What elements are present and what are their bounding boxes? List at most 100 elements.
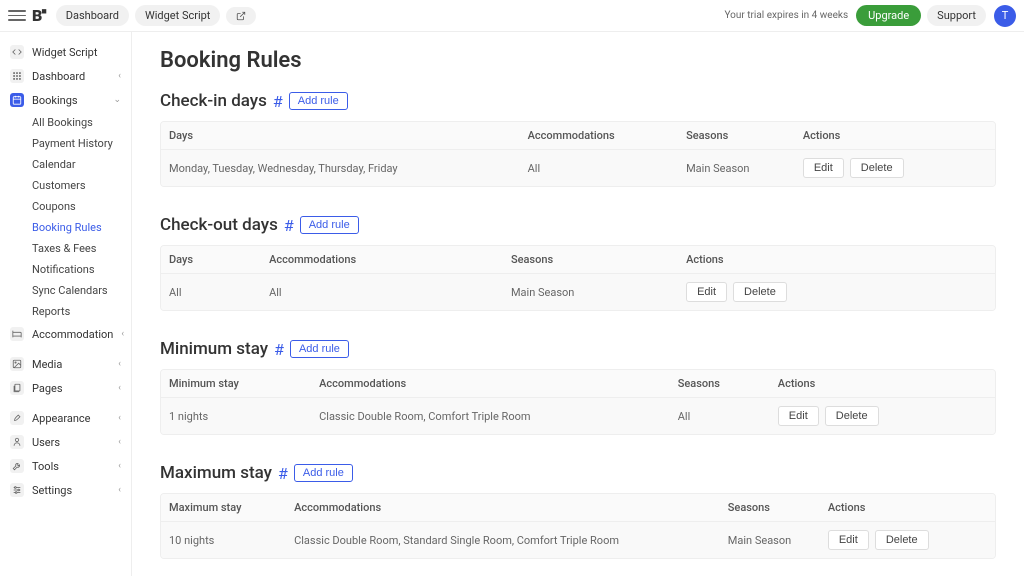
calendar-icon [10,93,24,107]
cell-accom: Classic Double Room, Comfort Triple Room [311,402,670,431]
cell-season: Main Season [720,526,820,555]
image-icon [10,357,24,371]
table-row: Monday, Tuesday, Wednesday, Thursday, Fr… [161,150,995,186]
edit-button[interactable]: Edit [778,406,819,426]
sidebar-item-users[interactable]: Users ‹ [0,430,131,454]
col-accom: Accommodations [286,494,720,521]
logo: B■ [32,6,46,25]
sidebar-item-appearance[interactable]: Appearance ‹ [0,406,131,430]
sidebar-item-label: Appearance [32,412,110,425]
sidebar-item-media[interactable]: Media ‹ [0,352,131,376]
add-rule-button[interactable]: Add rule [289,92,348,110]
sidebar-item-bookings[interactable]: Bookings ⌄ [0,88,131,112]
sidebar-sub-payment-history[interactable]: Payment History [6,133,131,154]
col-days: Days [161,246,261,273]
sidebar-sub-booking-rules[interactable]: Booking Rules [6,217,131,238]
avatar[interactable]: T [994,5,1016,27]
sidebar-item-dashboard[interactable]: Dashboard ‹ [0,64,131,88]
chevron-left-icon: ‹ [118,485,121,495]
edit-button[interactable]: Edit [803,158,844,178]
menu-icon[interactable] [8,7,26,25]
page-title: Booking Rules [160,48,996,73]
widget-script-button[interactable]: Widget Script [135,5,220,26]
delete-button[interactable]: Delete [825,406,879,426]
col-accom: Accommodations [520,122,678,149]
chevron-down-icon: ⌄ [113,95,121,105]
cell-accom: Classic Double Room, Standard Single Roo… [286,526,720,555]
section-checkout: Check-out days # Add rule Days Accommoda… [160,215,996,311]
anchor-link[interactable]: # [278,464,288,483]
section-title: Check-in days [160,91,267,111]
pages-icon [10,381,24,395]
anchor-link[interactable]: # [284,216,294,235]
upgrade-button[interactable]: Upgrade [856,5,921,26]
cell-accom: All [520,154,678,183]
anchor-link[interactable]: # [274,340,284,359]
table-row: 1 nights Classic Double Room, Comfort Tr… [161,398,995,434]
sidebar-item-label: Pages [32,382,110,395]
sidebar-item-label: Settings [32,484,110,497]
maxstay-table: Maximum stay Accommodations Seasons Acti… [160,493,996,559]
delete-button[interactable]: Delete [850,158,904,178]
section-title: Check-out days [160,215,278,235]
anchor-link[interactable]: # [273,92,283,111]
support-button[interactable]: Support [927,5,986,26]
sidebar-sub-reports[interactable]: Reports [6,301,131,322]
sidebar-item-label: Dashboard [32,70,110,83]
sidebar-sub-sync-calendars[interactable]: Sync Calendars [6,280,131,301]
external-link-button[interactable] [226,7,256,25]
sidebar-sub-taxes-fees[interactable]: Taxes & Fees [6,238,131,259]
delete-button[interactable]: Delete [733,282,787,302]
sidebar-sub-calendar[interactable]: Calendar [6,154,131,175]
table-row: 10 nights Classic Double Room, Standard … [161,522,995,558]
table-row: All All Main Season Edit Delete [161,274,995,310]
edit-button[interactable]: Edit [828,530,869,550]
section-checkin: Check-in days # Add rule Days Accommodat… [160,91,996,187]
sidebar-sub-customers[interactable]: Customers [6,175,131,196]
col-accom: Accommodations [261,246,503,273]
cell-accom: All [261,278,503,307]
checkout-table: Days Accommodations Seasons Actions All … [160,245,996,311]
sidebar-sub-notifications[interactable]: Notifications [6,259,131,280]
edit-button[interactable]: Edit [686,282,727,302]
col-actions: Actions [820,494,995,521]
col-actions: Actions [795,122,995,149]
col-actions: Actions [678,246,995,273]
sidebar-sub-all-bookings[interactable]: All Bookings [6,112,131,133]
chevron-left-icon: ‹ [121,329,124,339]
section-title: Minimum stay [160,339,268,359]
add-rule-button[interactable]: Add rule [290,340,349,358]
sidebar: Widget Script Dashboard ‹ Bookings ⌄ All… [0,32,132,576]
chevron-left-icon: ‹ [118,359,121,369]
brush-icon [10,411,24,425]
sidebar-item-label: Media [32,358,110,371]
minstay-table: Minimum stay Accommodations Seasons Acti… [160,369,996,435]
cell-maxstay: 10 nights [161,526,286,555]
sidebar-item-tools[interactable]: Tools ‹ [0,454,131,478]
sidebar-item-label: Accommodation [32,328,113,341]
sidebar-item-widget-script[interactable]: Widget Script [0,40,131,64]
sidebar-item-accommodation[interactable]: Accommodation ‹ [0,322,131,346]
chevron-left-icon: ‹ [118,413,121,423]
sidebar-item-settings[interactable]: Settings ‹ [0,478,131,502]
grid-icon [10,69,24,83]
sidebar-submenu: All Bookings Payment History Calendar Cu… [0,112,131,322]
dashboard-button[interactable]: Dashboard [56,5,129,26]
code-icon [10,45,24,59]
sidebar-item-label: Widget Script [32,46,121,59]
col-seasons: Seasons [720,494,820,521]
sidebar-item-pages[interactable]: Pages ‹ [0,376,131,400]
section-title: Maximum stay [160,463,272,483]
col-seasons: Seasons [503,246,678,273]
trial-text: Your trial expires in 4 weeks [724,10,848,21]
sidebar-sub-coupons[interactable]: Coupons [6,196,131,217]
cell-season: Main Season [503,278,678,307]
section-maxstay: Maximum stay # Add rule Maximum stay Acc… [160,463,996,559]
cell-minstay: 1 nights [161,402,311,431]
delete-button[interactable]: Delete [875,530,929,550]
add-rule-button[interactable]: Add rule [300,216,359,234]
topbar: B■ Dashboard Widget Script Your trial ex… [0,0,1024,32]
col-accom: Accommodations [311,370,670,397]
sidebar-item-label: Users [32,436,110,449]
add-rule-button[interactable]: Add rule [294,464,353,482]
